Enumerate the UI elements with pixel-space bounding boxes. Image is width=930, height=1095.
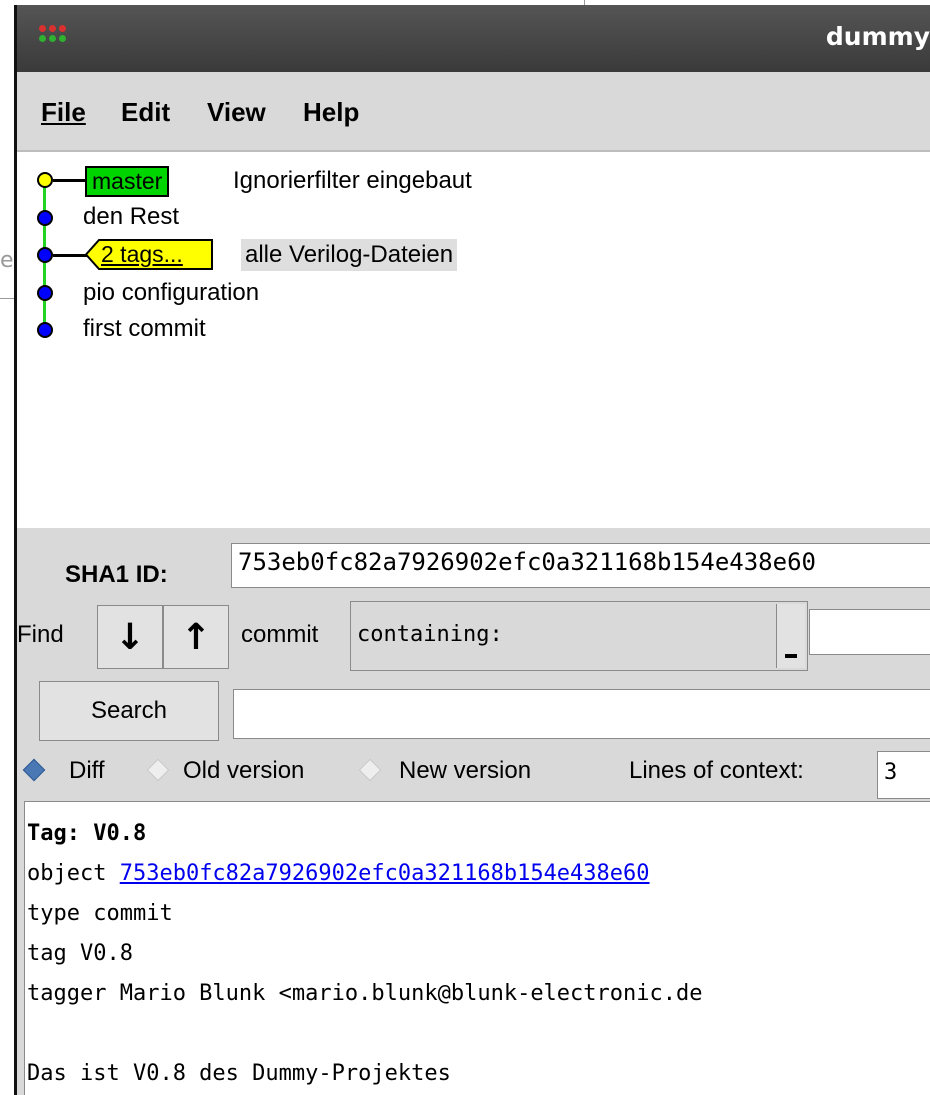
commit-graph[interactable]: master Ignorierfilter eingebaut den Rest… (17, 150, 930, 530)
background-window-text: e (0, 248, 14, 273)
tag-name-line: tag V0.8 (27, 941, 133, 966)
object-hash-link[interactable]: 753eb0fc82a7926902efc0a321168b154e438e60 (120, 861, 650, 886)
window-title: dummy (825, 22, 930, 51)
arrow-down-icon: ↓ (114, 616, 146, 658)
object-line: object 753eb0fc82a7926902efc0a321168b154… (27, 854, 930, 894)
arrow-up-icon: ↑ (180, 616, 212, 658)
new-version-radio[interactable] (358, 758, 382, 782)
search-button[interactable]: Search (39, 681, 219, 741)
diff-label[interactable]: Diff (69, 757, 105, 785)
find-row: Find ↓ ↑ commit containing: (17, 599, 930, 675)
menu-edit[interactable]: Edit (121, 97, 170, 128)
tag-header-line: Tag: V0.8 (27, 821, 147, 846)
commit-node[interactable] (37, 210, 53, 226)
commit-message[interactable]: Ignorierfilter eingebaut (233, 165, 472, 197)
find-type-label: commit (241, 621, 319, 648)
old-version-radio[interactable] (146, 758, 170, 782)
search-input[interactable] (233, 689, 930, 739)
menu-view[interactable]: View (207, 97, 266, 128)
tagger-line: tagger Mario Blunk <mario.blunk@blunk-el… (27, 981, 703, 1006)
title-bar[interactable]: dummy (17, 5, 930, 72)
commit-node[interactable] (37, 322, 53, 338)
find-label: Find (17, 621, 64, 648)
details-pane[interactable]: Tag: V0.8 object 753eb0fc82a7926902efc0a… (24, 801, 930, 1095)
find-mode-value: containing: (357, 622, 503, 647)
ref-connector (53, 254, 87, 257)
sha-row: SHA1 ID: 753eb0fc82a7926902efc0a321168b1… (17, 528, 930, 593)
type-line: type commit (27, 901, 173, 926)
commit-node[interactable] (37, 285, 53, 301)
diff-radio[interactable] (22, 758, 46, 782)
sha-label: SHA1 ID: (65, 561, 168, 588)
tag-message-line: Das ist V0.8 des Dummy-Projektes (27, 1061, 451, 1086)
ref-connector (53, 179, 85, 182)
selected-commit-message[interactable]: alle Verilog-Dateien (241, 239, 458, 271)
window-menu-icon[interactable] (39, 25, 66, 45)
gitk-window: dummy File Edit View Help master Ignorie… (14, 5, 930, 1095)
find-input[interactable] (809, 609, 930, 655)
commit-node[interactable] (37, 247, 53, 263)
menu-bar: File Edit View Help (17, 72, 930, 150)
context-lines-spinbox[interactable]: 3 (877, 751, 930, 799)
dropdown-icon[interactable] (776, 604, 805, 668)
search-row: Search (17, 681, 930, 741)
tag-label: 2 tags... (101, 241, 183, 267)
menu-help[interactable]: Help (303, 97, 359, 128)
new-version-label[interactable]: New version (399, 757, 531, 785)
commit-message[interactable]: first commit (83, 313, 206, 345)
find-mode-select[interactable]: containing: (350, 601, 808, 671)
sha-id-field[interactable]: 753eb0fc82a7926902efc0a321168b154e438e60 (231, 543, 930, 588)
old-version-label[interactable]: Old version (183, 757, 304, 785)
tag-ref[interactable]: 2 tags... (85, 239, 213, 270)
diff-mode-row: Diff Old version New version Lines of co… (17, 751, 930, 801)
head-commit-node[interactable] (37, 172, 53, 188)
find-next-button[interactable]: ↓ (97, 605, 163, 669)
branch-ref-master[interactable]: master (85, 166, 170, 197)
object-prefix: object (27, 861, 120, 886)
menu-file[interactable]: File (41, 97, 86, 128)
commit-message[interactable]: den Rest (83, 201, 179, 233)
context-lines-label: Lines of context: (629, 757, 804, 784)
find-previous-button[interactable]: ↑ (163, 605, 229, 669)
commit-message[interactable]: pio configuration (83, 277, 259, 309)
